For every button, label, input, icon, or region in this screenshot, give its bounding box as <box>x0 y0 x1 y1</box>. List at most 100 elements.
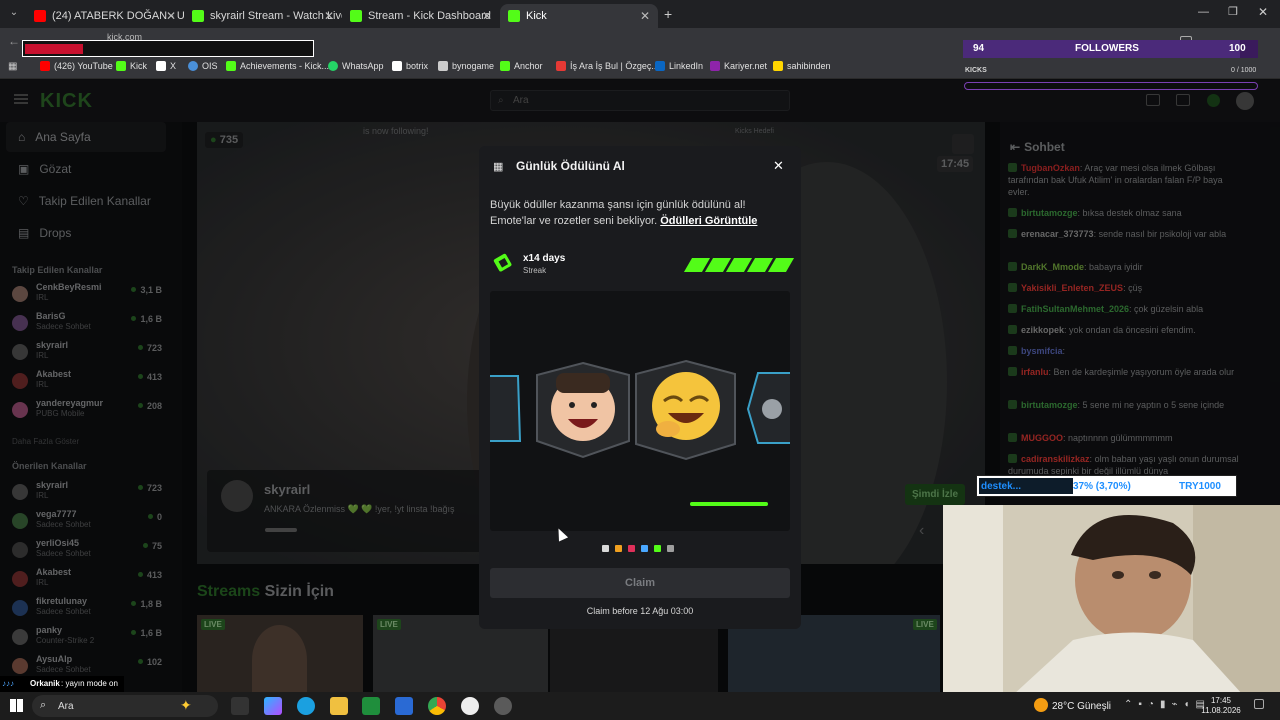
close-tab-icon[interactable]: ✕ <box>166 9 176 23</box>
kick-icon <box>500 61 510 71</box>
bookmark-bynogame[interactable]: bynogame <box>438 61 494 71</box>
donation-label: destek... <box>981 481 1022 492</box>
reward-dot <box>641 545 648 552</box>
reward-spinner <box>490 291 790 531</box>
followers-goal-overlay: 94 FOLLOWERS 100 KICKS 0 / 1000 <box>963 40 1258 92</box>
daily-reward-modal: ▦ Günlük Ödülünü Al ✕ Büyük ödüller kaza… <box>479 146 801 629</box>
file-explorer-icon[interactable] <box>330 697 348 715</box>
apps-grid-icon[interactable]: ▦ <box>8 61 17 72</box>
clock-time: 17:45 <box>1210 696 1232 705</box>
modal-description: Büyük ödüller kazanma şansı için günlük … <box>490 199 746 211</box>
obs-icon[interactable] <box>461 697 479 715</box>
webcam-overlay <box>943 505 1280 695</box>
browser-tab[interactable]: skyrairl Stream - Watch Live on ✕ <box>184 4 342 28</box>
globe-icon <box>188 61 198 71</box>
edge-icon[interactable] <box>297 697 315 715</box>
bookmark-label: sahibinden <box>787 61 831 71</box>
bookmark-label: İş Ara İş Bul | Özgeç... <box>570 61 659 71</box>
app-icon[interactable] <box>494 697 512 715</box>
modal-description-2: Emote'lar ve rozetler seni bekliyor. Ödü… <box>490 215 757 227</box>
tab-label: (24) ATABERK DOĞAN - UMUR <box>52 10 184 22</box>
bookmark-label: Anchor <box>514 61 543 71</box>
browser-tab-active[interactable]: Kick ✕ <box>500 4 658 28</box>
tab-label: skyrairl Stream - Watch Live on <box>210 10 342 22</box>
windows-start-icon[interactable] <box>10 699 23 712</box>
task-view-icon[interactable] <box>231 697 249 715</box>
windows-taskbar: ⌕ Ara ✦ 28°C Güneşli ⌃▪◔▮⌁◖▤ 17:45 11.08… <box>0 692 1280 720</box>
bookmark-whatsapp[interactable]: WhatsApp <box>328 61 384 71</box>
chrome-icon[interactable] <box>428 697 446 715</box>
bookmark-label: Kick <box>130 61 148 71</box>
weather[interactable]: 28°C Güneşli <box>1052 701 1111 712</box>
tab-label: Kick <box>526 10 547 22</box>
claim-button[interactable]: Claim <box>490 568 790 598</box>
followers-label: FOLLOWERS <box>1075 43 1139 54</box>
mail-icon[interactable] <box>395 697 413 715</box>
ticker-icons: ♪♪♪ <box>2 679 14 688</box>
reward-color-dots <box>602 545 682 553</box>
browser-tab-bar: ⌄ (24) ATABERK DOĞAN - UMUR ✕ skyrairl S… <box>0 0 1280 28</box>
reward-dot <box>615 545 622 552</box>
youtube-icon <box>34 10 46 22</box>
bookmark-is-ara[interactable]: İş Ara İş Bul | Özgeç... <box>556 61 659 71</box>
bookmark-botrix[interactable]: botrix <box>392 61 428 71</box>
reward-dot <box>628 545 635 552</box>
bookmark-x[interactable]: X <box>156 61 176 71</box>
close-icon[interactable]: ✕ <box>773 158 784 174</box>
address-field[interactable]: kick.com <box>22 32 314 57</box>
streak-segment <box>767 258 795 272</box>
whatsapp-icon <box>328 61 338 71</box>
job-icon <box>556 61 566 71</box>
browser-tab[interactable]: Stream - Kick Dashboard ✕ <box>342 4 500 28</box>
bookmark-sahibinden[interactable]: sahibinden <box>773 61 831 71</box>
kicks-label: KICKS <box>965 67 987 74</box>
kicks-value: 0 / 1000 <box>1231 67 1257 74</box>
youtube-icon <box>40 61 50 71</box>
tab-search-icon[interactable]: ⌄ <box>6 7 22 21</box>
kariyer-icon <box>710 61 720 71</box>
spin-progress-fill <box>690 502 768 506</box>
weather-icon <box>1034 698 1048 712</box>
botrix-icon <box>392 61 402 71</box>
kick-icon <box>116 61 126 71</box>
close-tab-icon[interactable]: ✕ <box>324 9 334 23</box>
notification-icon[interactable] <box>1254 699 1264 709</box>
ticker-user: Orkanik <box>30 679 60 688</box>
bookmark-label: botrix <box>406 61 429 71</box>
modal-description-text: Emote'lar ve rozetler seni bekliyor. <box>490 215 658 227</box>
reward-dot <box>602 545 609 552</box>
browser-tab[interactable]: (24) ATABERK DOĞAN - UMUR ✕ <box>26 4 184 28</box>
bookmark-youtube[interactable]: (426) YouTube <box>40 61 113 71</box>
bookmark-kariyer[interactable]: Kariyer.net <box>710 61 767 71</box>
new-tab-button[interactable]: + <box>664 6 672 22</box>
bookmark-kick[interactable]: Kick <box>116 61 147 71</box>
bookmark-linkedin[interactable]: LinkedIn <box>655 61 703 71</box>
claim-deadline: Claim before 12 Ağu 03:00 <box>586 606 694 616</box>
store-icon[interactable] <box>362 697 380 715</box>
streak-segments <box>683 258 795 272</box>
close-tab-icon[interactable]: ✕ <box>482 9 492 23</box>
bookmark-label: Achievements - Kick... <box>240 61 330 71</box>
streak-label: Streak <box>523 266 547 275</box>
system-tray-icons[interactable]: ⌃▪◔▮⌁◖▤ <box>1124 699 1211 710</box>
close-window-icon[interactable]: ✕ <box>1258 5 1268 19</box>
donation-goal-overlay: destek... 37% (3,70%) TRY1000 <box>976 475 1237 497</box>
kick-icon <box>192 10 204 22</box>
bookmark-ois[interactable]: OIS <box>188 61 218 71</box>
bookmark-anchor[interactable]: Anchor <box>500 61 543 71</box>
streak-value: x14 days <box>523 253 566 264</box>
taskbar-search-text: Ara <box>58 701 74 712</box>
taskbar-search[interactable]: ⌕ Ara ✦ <box>32 695 218 717</box>
copilot-icon[interactable] <box>264 697 282 715</box>
clock[interactable]: 17:45 11.08.2026 <box>1200 696 1242 716</box>
spin-progress-track <box>690 502 768 506</box>
maximize-icon[interactable]: ❐ <box>1228 5 1238 18</box>
bookmark-label: LinkedIn <box>669 61 704 71</box>
x-icon <box>156 61 166 71</box>
back-icon[interactable]: ← <box>8 34 20 48</box>
minimize-icon[interactable]: — <box>1198 6 1209 18</box>
bookmark-achievements[interactable]: Achievements - Kick... <box>226 61 329 71</box>
close-tab-icon[interactable]: ✕ <box>640 9 650 23</box>
view-rewards-link[interactable]: Ödülleri Görüntüle <box>660 215 757 227</box>
kick-icon <box>350 10 362 22</box>
